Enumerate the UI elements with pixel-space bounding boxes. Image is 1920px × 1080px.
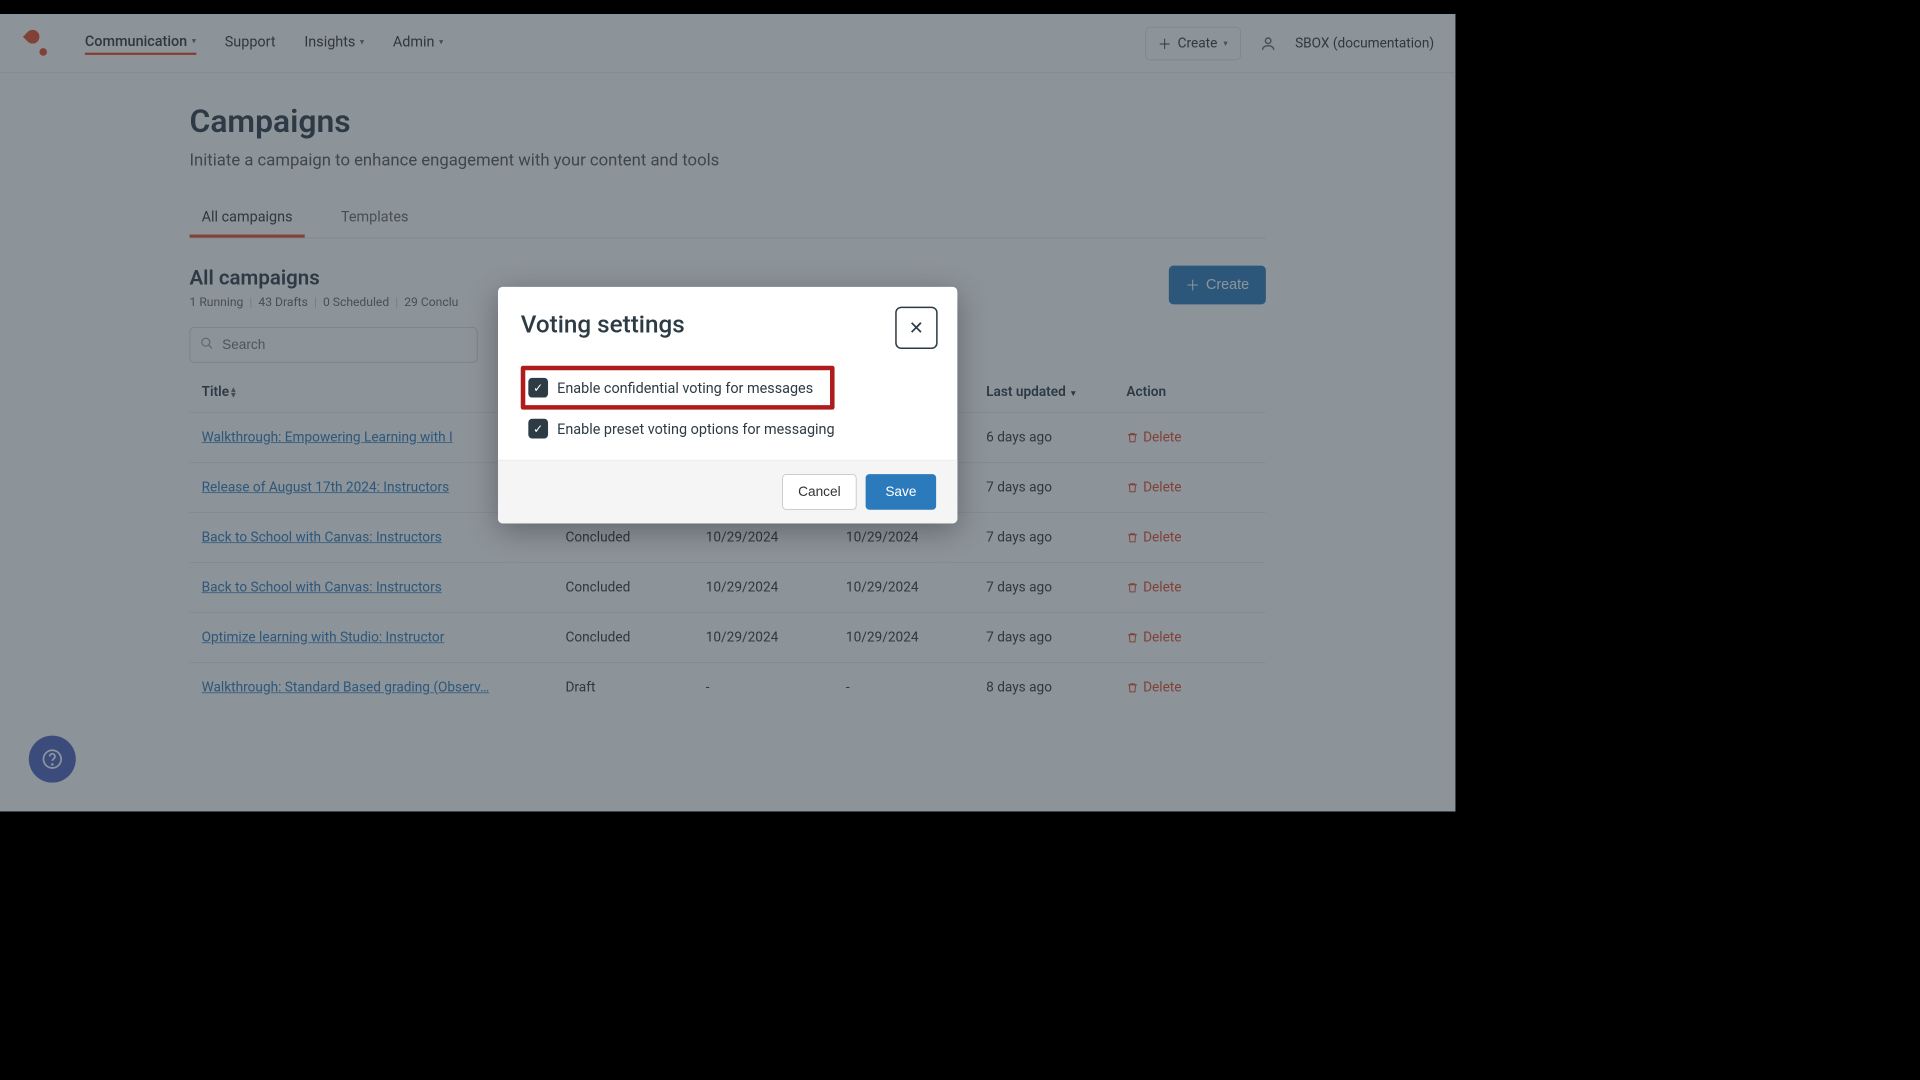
- checkbox-label: Enable confidential voting for messages: [557, 379, 813, 396]
- close-icon: ✕: [909, 317, 924, 339]
- highlighted-option: ✓ Enable confidential voting for message…: [521, 366, 835, 410]
- checkbox-row-preset[interactable]: ✓ Enable preset voting options for messa…: [521, 414, 935, 443]
- modal-footer: Cancel Save: [498, 460, 957, 524]
- checkbox-label: Enable preset voting options for messagi…: [557, 420, 834, 437]
- checkbox-row-confidential[interactable]: ✓ Enable confidential voting for message…: [528, 373, 813, 402]
- save-button[interactable]: Save: [866, 474, 937, 510]
- checkbox-checked-icon[interactable]: ✓: [528, 378, 548, 398]
- app-root: Communication▾ Support Insights▾ Admin▾ …: [0, 14, 1455, 811]
- voting-settings-modal: Voting settings ✕ ✓ Enable confidential …: [498, 287, 957, 523]
- checkbox-checked-icon[interactable]: ✓: [528, 419, 548, 439]
- cancel-button[interactable]: Cancel: [782, 474, 856, 510]
- modal-overlay[interactable]: Voting settings ✕ ✓ Enable confidential …: [0, 14, 1455, 811]
- close-button[interactable]: ✕: [895, 307, 937, 349]
- modal-title: Voting settings: [521, 310, 935, 339]
